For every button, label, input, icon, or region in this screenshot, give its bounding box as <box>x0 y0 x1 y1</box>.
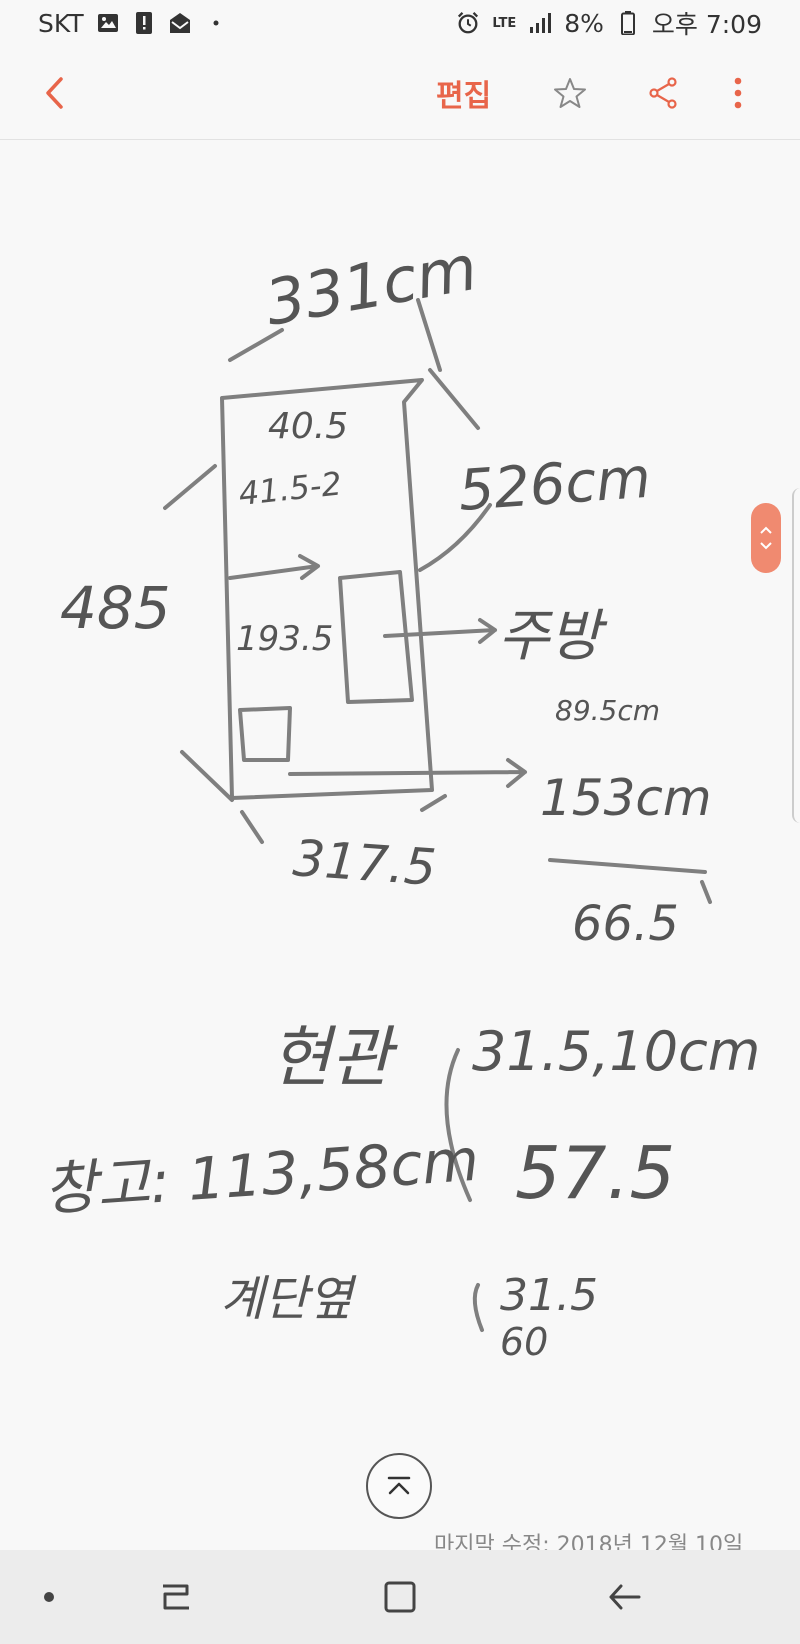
bottom-right-text: 66.5 <box>572 896 679 952</box>
image-notification-icon <box>96 11 120 35</box>
stairs-label-text: 계단옆 <box>220 1271 357 1327</box>
back-nav-button[interactable] <box>600 1572 650 1622</box>
star-icon <box>554 78 586 108</box>
mail-notification-icon <box>168 11 192 35</box>
fridge-measure-text: 153cm <box>540 769 712 827</box>
status-left: SKT <box>38 9 228 38</box>
note-toolbar: 편집 <box>0 46 800 140</box>
chevron-down-icon <box>760 542 772 550</box>
battery-icon <box>616 11 640 35</box>
more-options-button[interactable] <box>713 68 763 118</box>
stairs-value-2-text: 60 <box>500 1320 548 1364</box>
alarm-icon <box>456 11 480 35</box>
battery-percent: 8% <box>564 8 604 38</box>
bottom-width-text: 317.5 <box>291 829 438 897</box>
home-button[interactable] <box>375 1572 425 1622</box>
share-icon <box>649 77 677 109</box>
back-arrow-icon <box>609 1584 641 1610</box>
scroll-to-top-button[interactable] <box>366 1453 432 1519</box>
entrance-values-text: 31.5,10cm <box>472 1020 760 1083</box>
top-width-text: 331cm <box>260 231 482 340</box>
last-modified-text: 마지막 수정: 2018년 12월 10일 <box>434 1533 744 1550</box>
favorite-button[interactable] <box>545 68 595 118</box>
more-vertical-icon <box>734 77 742 109</box>
network-type-label: LTE <box>492 15 517 31</box>
scroll-to-top-icon <box>387 1476 411 1495</box>
scroll-handle[interactable] <box>751 503 781 573</box>
handwritten-sketch: 331cm 40.5 41.5-2 485 526cm 193.5 주방 89.… <box>41 231 760 1364</box>
left-height-text: 485 <box>60 574 171 642</box>
recent-apps-button[interactable] <box>151 1572 201 1622</box>
share-button[interactable] <box>638 68 688 118</box>
measure-2-text: 41.5-2 <box>237 464 344 513</box>
note-canvas[interactable]: 331cm 40.5 41.5-2 485 526cm 193.5 주방 89.… <box>0 141 800 1550</box>
carrier-label: SKT <box>38 8 84 38</box>
dot-icon <box>44 1592 54 1602</box>
small-measure-text: 89.5cm <box>555 694 660 727</box>
signal-icon <box>528 11 552 35</box>
alert-notification-icon <box>132 11 156 35</box>
chevron-up-icon <box>760 526 772 534</box>
nav-dot-button[interactable] <box>24 1572 74 1622</box>
navigation-bar <box>0 1550 800 1644</box>
inner-measure-text: 193.5 <box>236 619 333 659</box>
kitchen-label-text: 주방 <box>498 604 608 669</box>
measure-1-text: 40.5 <box>268 406 348 447</box>
status-bar: SKT LTE 8% 오후 7:09 <box>0 0 800 46</box>
edit-button[interactable]: 편집 <box>436 70 491 116</box>
clock: 오후 7:09 <box>651 10 762 39</box>
right-height-text: 526cm <box>456 446 652 524</box>
home-icon <box>384 1581 416 1613</box>
more-notifications-dot-icon <box>204 11 228 35</box>
chevron-left-icon <box>46 77 63 109</box>
entrance-label-text: 현관 <box>270 1019 399 1096</box>
recent-apps-icon <box>163 1584 189 1610</box>
room-label-text: 창고: 113,58cm <box>41 1126 481 1224</box>
back-button[interactable] <box>30 68 80 118</box>
status-right: LTE 8% 오후 7:09 <box>456 5 762 41</box>
stairs-value-1-text: 31.5 <box>500 1270 598 1321</box>
scroll-track <box>792 488 800 823</box>
entrance-value-2-text: 57.5 <box>515 1131 675 1215</box>
